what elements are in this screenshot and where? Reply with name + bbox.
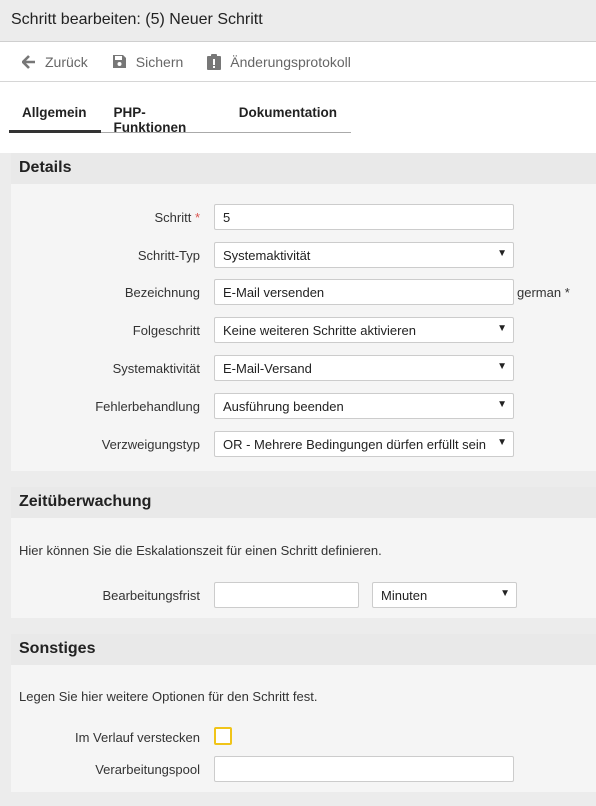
- changelog-button[interactable]: Änderungsprotokoll: [207, 53, 351, 70]
- systemaktivitaet-value: E-Mail-Versand: [223, 361, 312, 376]
- toolbar: Zurück Sichern Änderungsprotokoll: [0, 42, 596, 82]
- fehlerbehandlung-select[interactable]: Ausführung beenden ▼: [214, 393, 514, 419]
- schritt-row: Schritt * 5: [11, 204, 596, 230]
- caret-down-icon: ▼: [497, 248, 507, 259]
- fehlerbehandlung-row: Fehlerbehandlung Ausführung beenden ▼: [11, 393, 596, 419]
- details-heading: Details: [11, 153, 596, 184]
- floppy-disk-icon: [112, 55, 126, 68]
- tab-bar: Allgemein PHP-Funktionen Dokumentation: [0, 82, 596, 153]
- zeitueberwachung-heading: Zeitüberwachung: [11, 487, 596, 518]
- bezeichnung-input[interactable]: E-Mail versenden: [214, 279, 514, 305]
- schritt-input[interactable]: 5: [214, 204, 514, 230]
- tab-php-funktionen[interactable]: PHP-Funktionen: [101, 94, 226, 135]
- window-title: Schritt bearbeiten: (5) Neuer Schritt: [0, 0, 596, 42]
- im-verlauf-checkbox[interactable]: [214, 727, 232, 745]
- verarbeitungspool-input[interactable]: [214, 756, 514, 782]
- arrow-left-icon: [22, 54, 35, 69]
- zeitueberwachung-description: Hier können Sie die Eskalationszeit für …: [19, 543, 382, 558]
- systemaktivitaet-label: Systemaktivität: [112, 361, 200, 376]
- details-panel: Details Schritt * 5 Schritt-Typ Systemak…: [11, 153, 596, 471]
- folgeschritt-row: Folgeschritt Keine weiteren Schritte akt…: [11, 317, 596, 343]
- bezeichnung-label: Bezeichnung: [124, 285, 200, 300]
- bearbeitungsfrist-input[interactable]: [214, 582, 359, 608]
- verzweigungstyp-label: Verzweigungstyp: [101, 437, 200, 452]
- caret-down-icon: ▼: [497, 437, 507, 448]
- sonstiges-description: Legen Sie hier weitere Optionen für den …: [19, 689, 318, 704]
- caret-down-icon: ▼: [497, 323, 507, 334]
- im-verlauf-label: Im Verlauf verstecken: [75, 730, 200, 745]
- caret-down-icon: ▼: [500, 588, 510, 599]
- tab-dokumentation[interactable]: Dokumentation: [226, 94, 351, 133]
- systemaktivitaet-row: Systemaktivität E-Mail-Versand ▼: [11, 355, 596, 381]
- folgeschritt-value: Keine weiteren Schritte aktivieren: [223, 323, 416, 338]
- folgeschritt-label: Folgeschritt: [132, 323, 200, 338]
- bezeichnung-row: Bezeichnung E-Mail versenden german *: [11, 279, 596, 305]
- schritt-typ-label: Schritt-Typ: [137, 248, 200, 263]
- changelog-label: Änderungsprotokoll: [230, 53, 351, 70]
- sonstiges-panel: Sonstiges Legen Sie hier weitere Optione…: [11, 634, 596, 792]
- save-button[interactable]: Sichern: [112, 54, 183, 70]
- back-button[interactable]: Zurück: [22, 54, 88, 70]
- verzweigungstyp-select[interactable]: OR - Mehrere Bedingungen dürfen erfüllt …: [214, 431, 514, 457]
- verzweigungstyp-row: Verzweigungstyp OR - Mehrere Bedingungen…: [11, 431, 596, 457]
- schritt-typ-select[interactable]: Systemaktivität ▼: [214, 242, 514, 268]
- bearbeitungsfrist-label: Bearbeitungsfrist: [102, 588, 200, 603]
- zeitueberwachung-panel: Zeitüberwachung Hier können Sie die Eska…: [11, 487, 596, 618]
- save-label: Sichern: [135, 53, 184, 70]
- time-unit-value: Minuten: [381, 588, 428, 603]
- schritt-typ-row: Schritt-Typ Systemaktivität ▼: [11, 242, 596, 268]
- fehlerbehandlung-label: Fehlerbehandlung: [95, 399, 200, 414]
- back-label: Zurück: [45, 53, 88, 70]
- language-suffix: german *: [517, 285, 570, 300]
- required-marker: *: [194, 210, 200, 225]
- systemaktivitaet-select[interactable]: E-Mail-Versand ▼: [214, 355, 514, 381]
- folgeschritt-select[interactable]: Keine weiteren Schritte aktivieren ▼: [214, 317, 514, 343]
- verzweigungstyp-value: OR - Mehrere Bedingungen dürfen erfüllt …: [223, 437, 487, 452]
- caret-down-icon: ▼: [497, 361, 507, 372]
- schritt-typ-value: Systemaktivität: [223, 248, 311, 263]
- sonstiges-heading: Sonstiges: [11, 634, 596, 665]
- bearbeitungsfrist-row: Bearbeitungsfrist Minuten ▼: [11, 582, 596, 608]
- im-verlauf-row: Im Verlauf verstecken: [11, 724, 596, 750]
- tab-allgemein[interactable]: Allgemein: [9, 94, 101, 133]
- verarbeitungspool-row: Verarbeitungspool: [11, 756, 596, 782]
- fehlerbehandlung-value: Ausführung beenden: [223, 399, 344, 414]
- clipboard-alert-icon: [207, 53, 222, 70]
- schritt-label: Schritt *: [154, 210, 200, 225]
- time-unit-select[interactable]: Minuten ▼: [372, 582, 517, 608]
- caret-down-icon: ▼: [497, 399, 507, 410]
- verarbeitungspool-label: Verarbeitungspool: [95, 762, 200, 777]
